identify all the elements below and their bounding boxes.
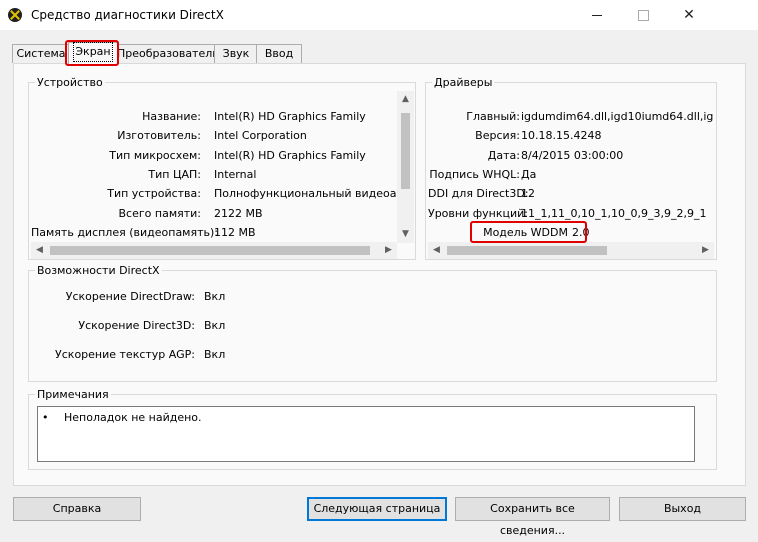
- device-group: Устройство Название: Intel(R) HD Graphic…: [28, 76, 416, 260]
- feature-row: Ускорение DirectDraw: Вкл: [65, 290, 226, 303]
- driver-row: Подпись WHQL: Да: [429, 168, 537, 181]
- scroll-thumb[interactable]: [401, 113, 410, 189]
- close-icon: ✕: [683, 7, 695, 23]
- tab-render[interactable]: Преобразователь: [116, 44, 219, 63]
- minimize-icon: [592, 14, 602, 16]
- device-row: Название: Intel(R) HD Graphics Family: [142, 110, 366, 123]
- scroll-thumb[interactable]: [447, 246, 607, 255]
- highlight-wddm-model: [470, 221, 587, 243]
- features-group-title: Возможности DirectX: [35, 264, 162, 278]
- device-info-list[interactable]: Название: Intel(R) HD Graphics Family Из…: [31, 91, 397, 243]
- tab-system[interactable]: Система: [12, 44, 70, 63]
- driver-row: Версия: 10.18.15.4248: [475, 129, 602, 142]
- device-row: Тип микросхем: Intel(R) HD Graphics Fami…: [109, 149, 366, 162]
- window-title: Средство диагностики DirectX: [31, 8, 224, 22]
- display-tab-panel: Устройство Название: Intel(R) HD Graphic…: [13, 63, 746, 486]
- maximize-button[interactable]: [620, 0, 666, 30]
- feature-row: Ускорение Direct3D: Вкл: [78, 319, 226, 332]
- highlight-tab-display: [65, 40, 119, 66]
- directx-features-group: Возможности DirectX Ускорение DirectDraw…: [28, 264, 717, 382]
- drivers-horizontal-scrollbar[interactable]: ◀ ▶: [428, 242, 714, 259]
- title-bar: Средство диагностики DirectX ✕: [0, 0, 758, 30]
- scroll-up-icon[interactable]: ▲: [397, 91, 414, 108]
- drivers-group-title: Драйверы: [432, 76, 495, 90]
- driver-row: Дата: 8/4/2015 03:00:00: [487, 149, 624, 162]
- save-all-button[interactable]: Сохранить все сведения...: [455, 497, 610, 537]
- scroll-left-icon[interactable]: ◀: [31, 242, 48, 259]
- scroll-right-icon[interactable]: ▶: [697, 242, 714, 259]
- device-group-title: Устройство: [35, 76, 105, 90]
- directx-icon: [8, 8, 22, 22]
- device-row: Всего памяти: 2122 MB: [118, 207, 263, 220]
- device-row: Тип устройства: Полнофункциональный виде…: [107, 187, 397, 200]
- device-row: Тип ЦАП: Internal: [148, 168, 257, 181]
- notes-group-title: Примечания: [35, 388, 111, 402]
- device-horizontal-scrollbar[interactable]: ◀ ▶: [31, 242, 397, 259]
- scroll-right-icon[interactable]: ▶: [380, 242, 397, 259]
- notes-box[interactable]: • Неполадок не найдено.: [37, 406, 695, 462]
- help-button[interactable]: Справка: [13, 497, 141, 521]
- feature-row: Ускорение текстур AGP: Вкл: [55, 348, 226, 361]
- list-item: • Неполадок не найдено.: [42, 411, 202, 424]
- driver-row: Главный: igdumdim64.dll,igd10iumd64.dll,…: [466, 110, 714, 123]
- tab-sound[interactable]: Звук: [214, 44, 258, 63]
- scroll-down-icon[interactable]: ▼: [397, 226, 414, 243]
- bullet-icon: •: [42, 411, 49, 424]
- tab-input[interactable]: Ввод: [256, 44, 302, 63]
- maximize-icon: [637, 9, 649, 21]
- minimize-button[interactable]: [574, 0, 620, 30]
- exit-button[interactable]: Выход: [619, 497, 746, 521]
- scroll-left-icon[interactable]: ◀: [428, 242, 445, 259]
- device-row: Изготовитель: Intel Corporation: [117, 129, 307, 142]
- next-page-button[interactable]: Следующая страница: [307, 497, 447, 521]
- device-row: Память дисплея (видеопамять): 112 MB: [31, 226, 256, 239]
- driver-row: DDI для Direct3D: 12: [428, 187, 535, 200]
- close-button[interactable]: ✕: [666, 0, 712, 30]
- scroll-thumb[interactable]: [50, 246, 370, 255]
- device-vertical-scrollbar[interactable]: ▲ ▼: [397, 91, 414, 243]
